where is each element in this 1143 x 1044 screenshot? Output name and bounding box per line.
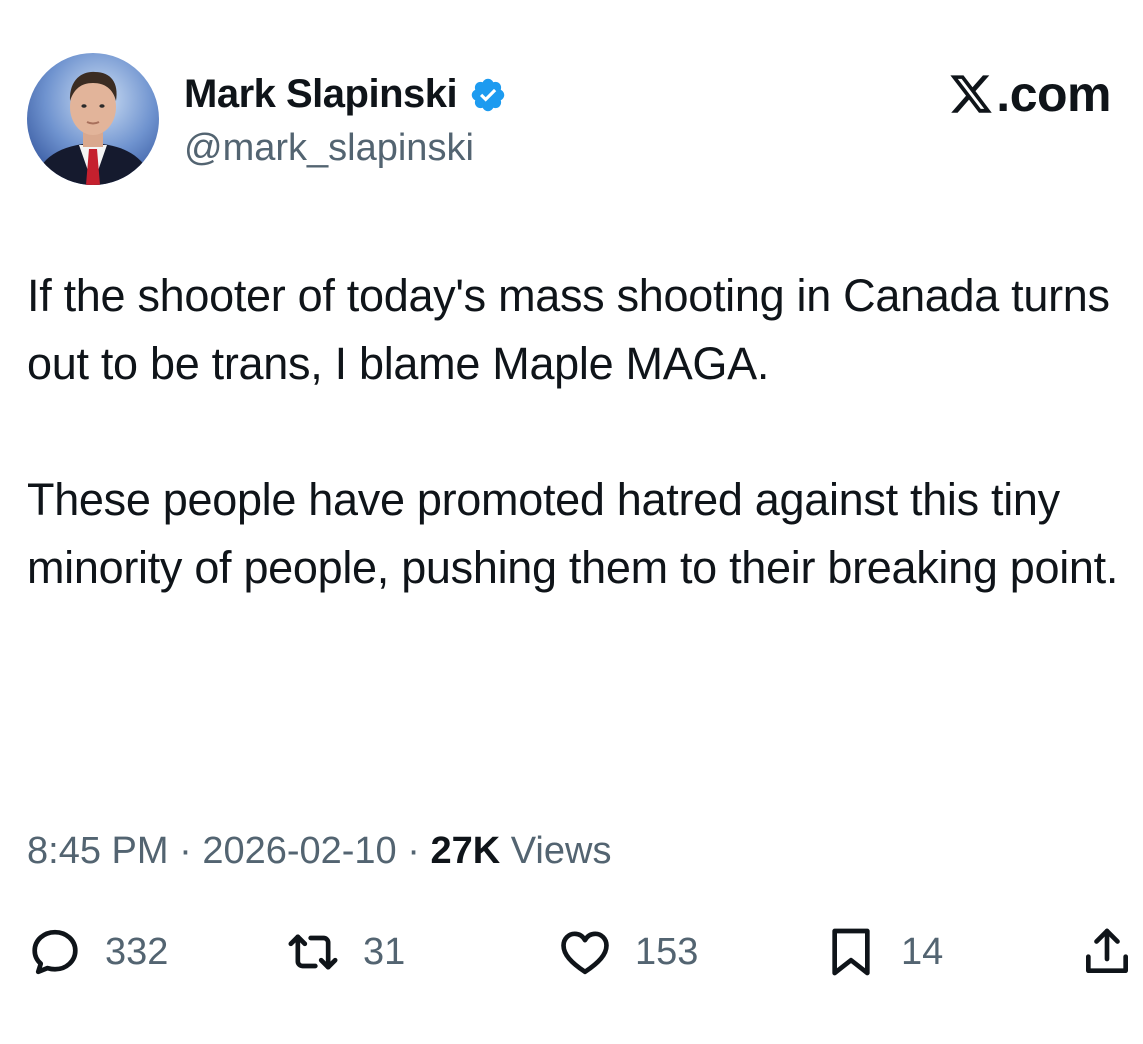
tweet-time[interactable]: 8:45 PM bbox=[27, 830, 169, 872]
author-handle[interactable]: @mark_slapinski bbox=[184, 124, 474, 172]
tweet-paragraph: These people have promoted hatred agains… bbox=[27, 474, 1119, 593]
views-count: 27K bbox=[430, 830, 501, 872]
x-logo-icon bbox=[950, 75, 993, 113]
avatar-photo bbox=[27, 53, 159, 185]
tweet-text: If the shooter of today's mass shooting … bbox=[27, 262, 1127, 602]
brand-watermark: .com bbox=[948, 64, 1111, 124]
brand-text: .com bbox=[996, 66, 1111, 122]
tweet-date[interactable]: 2026-02-10 bbox=[202, 830, 396, 872]
reply-button[interactable]: 332 bbox=[27, 922, 168, 982]
repost-count: 31 bbox=[363, 930, 406, 973]
tweet-paragraph: If the shooter of today's mass shooting … bbox=[27, 270, 1110, 389]
views-label: Views bbox=[500, 830, 612, 872]
bookmark-icon bbox=[832, 928, 870, 976]
tweet-meta: 8:45 PM · 2026-02-10 · 27K Views bbox=[27, 826, 611, 876]
reply-count: 332 bbox=[105, 930, 169, 973]
share-icon bbox=[1086, 928, 1128, 973]
share-button[interactable] bbox=[1079, 922, 1135, 982]
meta-separator: · bbox=[168, 830, 203, 872]
heart-icon bbox=[561, 931, 609, 975]
meta-separator: · bbox=[396, 830, 431, 872]
repost-icon bbox=[288, 934, 338, 970]
bookmark-count: 14 bbox=[901, 930, 944, 973]
bookmark-button[interactable]: 14 bbox=[823, 922, 943, 982]
verified-badge-icon bbox=[469, 75, 507, 113]
like-count: 153 bbox=[635, 930, 699, 973]
repost-button[interactable]: 31 bbox=[285, 922, 405, 982]
like-button[interactable]: 153 bbox=[557, 922, 698, 982]
action-bar: 332 31 153 14 bbox=[27, 922, 1139, 982]
author-name-row[interactable]: Mark Slapinski bbox=[184, 68, 507, 120]
reply-icon bbox=[32, 929, 78, 975]
display-name[interactable]: Mark Slapinski bbox=[184, 68, 458, 120]
avatar[interactable] bbox=[27, 53, 159, 185]
